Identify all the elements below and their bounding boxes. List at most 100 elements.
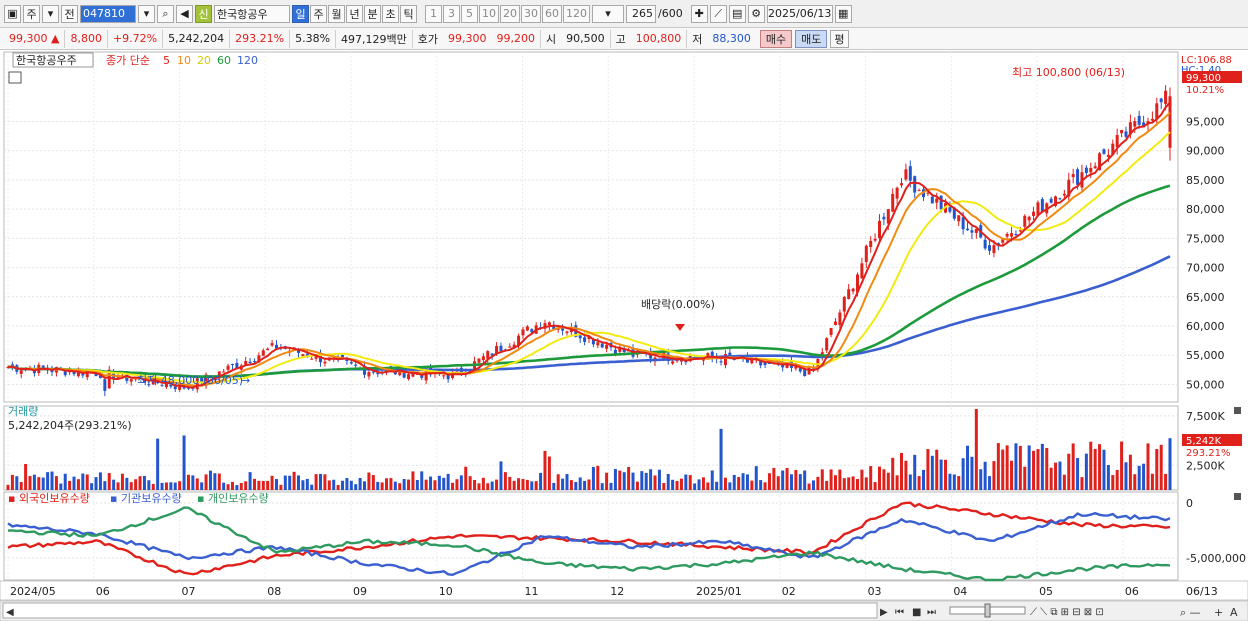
zoom-slider-handle[interactable] [984, 603, 991, 618]
interval-dropdown[interactable]: ▾ [592, 4, 624, 23]
interval-tab-3[interactable]: 10 [479, 4, 499, 23]
horizontal-scrollbar[interactable] [2, 602, 878, 619]
zoom-in-icon[interactable]: + [1214, 606, 1223, 619]
volume-bar [957, 476, 961, 490]
interval-tab-5[interactable]: 30 [521, 4, 541, 23]
volume-bar [820, 469, 824, 490]
period-tab-5[interactable]: 초 [382, 4, 399, 23]
scope-select[interactable]: 전 [61, 4, 78, 23]
volume-bar [1133, 474, 1137, 490]
rewind-icon[interactable]: ⏮ [895, 607, 904, 618]
save-icon[interactable]: ▤ [728, 4, 746, 23]
interval-tab-4[interactable]: 20 [500, 4, 520, 23]
volume-pane-close-icon[interactable] [1234, 407, 1241, 414]
volume-bar [781, 470, 785, 490]
volume-bar [85, 474, 89, 490]
volume-bar [811, 480, 815, 490]
volume-bar [596, 465, 600, 490]
new-badge: 신 [195, 4, 212, 23]
trendline-icon[interactable]: ⟋ [709, 4, 727, 23]
volume-bar [37, 477, 41, 490]
stock-name-field[interactable]: 한국항공우 [214, 4, 290, 23]
volume-bar [301, 480, 305, 490]
interval-tab-6[interactable]: 60 [542, 4, 562, 23]
window-icon[interactable]: ▣ [4, 4, 21, 23]
fast-forward-icon[interactable]: ⏭ [927, 607, 936, 618]
volume-bar [750, 480, 754, 490]
buy-button[interactable]: 매수 [759, 29, 793, 48]
volume-ratio: 293.21% [230, 29, 291, 48]
volume-bar [605, 472, 609, 490]
period-tab-1[interactable]: 주 [310, 4, 327, 23]
volume-bar [833, 475, 837, 490]
holdings-pane-close-icon[interactable] [1234, 493, 1241, 500]
x-tick-label-1: 06 [96, 585, 110, 598]
volume-bar [32, 474, 36, 490]
volume-bar [1054, 462, 1058, 490]
volume-bar [367, 472, 371, 490]
legend-ma10: 10 [177, 54, 191, 67]
font-size-icon[interactable]: A [1230, 606, 1238, 619]
crosshair-icon[interactable]: ✚ [690, 4, 708, 23]
scroll-left-icon[interactable]: ◀ [6, 607, 14, 618]
volume-bar [635, 481, 639, 490]
volume-bar [785, 467, 789, 490]
candle-body [825, 338, 829, 351]
stock-code-input[interactable]: 047810 [80, 4, 136, 23]
gear-icon[interactable]: ⚙ [747, 4, 765, 23]
candle-body [248, 361, 252, 363]
interval-tab-7[interactable]: 120 [563, 4, 590, 23]
zoom-out-icon[interactable]: ⌕ — [1180, 606, 1201, 619]
candle-body [930, 196, 934, 204]
search-icon[interactable]: ⌕ [157, 4, 174, 23]
period-tab-4[interactable]: 분 [364, 4, 381, 23]
volume-bar [266, 480, 270, 490]
draw-tool-icon[interactable]: ⟋ ⟍ ⧉ ⊞ ⊟ ⊠ ⊡ [1030, 607, 1104, 618]
price-tick-label-9: 50,000 [1186, 378, 1225, 391]
volume-bar [838, 469, 842, 490]
volume-bar [349, 480, 353, 490]
volume-bar [1014, 443, 1018, 490]
x-tick-label-10: 03 [868, 585, 882, 598]
top-toolbar: ▣ 주 ▾ 전 047810 ▾ ⌕ ◀ 신 한국항공우 일주월년분초틱 135… [0, 0, 1248, 28]
sell-button[interactable]: 매도 [795, 29, 828, 48]
stop-icon[interactable]: ■ [912, 607, 921, 618]
candle-body [499, 345, 503, 351]
chevron-down-icon[interactable]: ▾ [42, 4, 59, 23]
volume-tick-label-1: 2,500K [1186, 459, 1225, 472]
interval-tab-2[interactable]: 5 [461, 4, 478, 23]
volume-bar [336, 485, 340, 490]
stock-chart[interactable]: 95,000 90,000 85,000 80,000 75,000 70,000 65,0… [0, 50, 1248, 621]
period-tab-2[interactable]: 월 [328, 4, 345, 23]
volume-bar [869, 466, 873, 490]
candle-body [310, 358, 314, 360]
interval-tab-0[interactable]: 1 [425, 4, 442, 23]
candle-body [1005, 233, 1009, 237]
count-input[interactable]: 265 [626, 4, 656, 23]
candle-body [882, 216, 886, 220]
bid-price: 99,200 [492, 29, 542, 48]
candle-body [860, 263, 864, 279]
x-tick-label-4: 09 [353, 585, 367, 598]
volume-bar [966, 445, 970, 490]
volume-bar [437, 475, 441, 490]
interval-tab-1[interactable]: 3 [443, 4, 460, 23]
table-icon[interactable] [8, 71, 22, 84]
period-tab-0[interactable]: 일 [292, 4, 309, 23]
volume-last-pct: 293.21% [1186, 448, 1231, 459]
volume-bar [1001, 449, 1005, 490]
period-tab-3[interactable]: 년 [346, 4, 363, 23]
volume-bar [671, 479, 675, 490]
market-select[interactable]: 주 [23, 4, 40, 23]
scroll-right-icon[interactable]: ▶ [880, 607, 888, 618]
chevron-down-icon[interactable]: ▾ [138, 4, 155, 23]
speaker-icon[interactable]: ◀ [176, 4, 193, 23]
volume-bar [574, 481, 578, 490]
volume-bar [363, 481, 367, 490]
period-tab-6[interactable]: 틱 [400, 4, 417, 23]
candle-body [961, 217, 965, 230]
date-input[interactable]: 2025/06/13 [766, 4, 833, 23]
average-button[interactable]: 평 [830, 29, 849, 48]
calendar-icon[interactable]: ▦ [834, 4, 852, 23]
volume-bar [424, 479, 428, 490]
